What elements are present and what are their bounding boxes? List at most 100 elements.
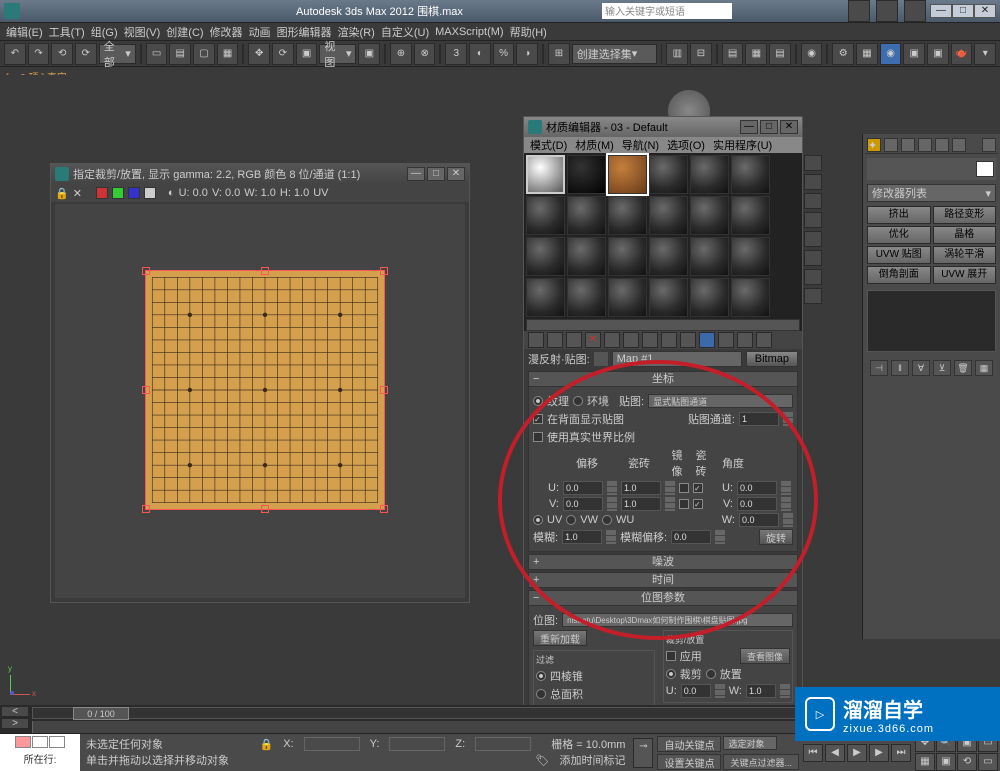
channel-spin[interactable]: 1 [739, 412, 779, 426]
align-icon[interactable]: ⊟ [690, 43, 712, 65]
me-t5[interactable] [604, 332, 620, 348]
slot-2[interactable] [567, 155, 606, 194]
me-menu-util[interactable]: 实用程序(U) [713, 137, 772, 153]
manip-icon[interactable]: ⊕ [390, 43, 412, 65]
mod-extrude[interactable]: 挤出 [867, 206, 931, 224]
slot-4[interactable] [649, 155, 688, 194]
move-icon[interactable]: ✥ [248, 43, 270, 65]
mat-icon[interactable]: ◉ [801, 43, 823, 65]
c-apply[interactable] [666, 651, 676, 661]
keyb-icon[interactable]: ⊗ [414, 43, 436, 65]
me-t8[interactable] [661, 332, 677, 348]
crop-lock-icon[interactable]: 🔒 [55, 187, 69, 200]
v-tile-c[interactable] [693, 499, 703, 509]
slot-14[interactable] [567, 237, 606, 276]
goto-start-icon[interactable]: ⏮ [803, 744, 823, 762]
tl-gt[interactable]: > [1, 718, 29, 729]
modifier-stack[interactable] [867, 290, 996, 352]
mod-pathdeform[interactable]: 路径变形 [933, 206, 997, 224]
me-menu-nav[interactable]: 导航(N) [622, 137, 659, 153]
slot-scroll-h[interactable] [526, 319, 800, 331]
slot-6[interactable] [731, 155, 770, 194]
named-sel-drop[interactable]: 创建选择集 ▾ [572, 44, 657, 64]
goto-end-icon[interactable]: ⏭ [891, 744, 911, 762]
sch-icon[interactable]: ▤ [769, 43, 791, 65]
r-pyr[interactable] [536, 671, 546, 681]
radio-wu[interactable] [602, 515, 612, 525]
side-3x2-icon[interactable] [804, 288, 822, 304]
blur-off-spin[interactable]: 0.0 [671, 530, 711, 544]
me-menu-opt[interactable]: 选项(O) [667, 137, 705, 153]
check-showback[interactable] [533, 414, 543, 424]
menu-help[interactable]: 帮助(H) [510, 24, 547, 40]
motion-tab-icon[interactable] [918, 138, 932, 152]
crop-viewport[interactable] [55, 204, 465, 598]
modifier-list-drop[interactable]: 修改器列表▾ [867, 184, 996, 202]
slot-23[interactable] [690, 278, 729, 317]
mod-bevel[interactable]: 倒角剖面 [867, 266, 931, 284]
stack-del-icon[interactable]: 🗑 [954, 360, 972, 376]
util-tab-icon[interactable] [952, 138, 966, 152]
blur-spin[interactable]: 1.0 [562, 530, 602, 544]
tag-icon[interactable]: 🏷 [536, 754, 550, 767]
key-big[interactable]: ⊸ [633, 738, 653, 768]
me-delete-icon[interactable]: ✕ [585, 332, 601, 348]
slot-22[interactable] [649, 278, 688, 317]
crop-b-icon[interactable] [128, 187, 140, 199]
menu-view[interactable]: 视图(V) [124, 24, 161, 40]
slot-8[interactable] [567, 196, 606, 235]
r-sum[interactable] [536, 689, 546, 699]
slot-11[interactable] [690, 196, 729, 235]
mod-optimize[interactable]: 优化 [867, 226, 931, 244]
help-icon[interactable] [848, 0, 870, 22]
scale-icon[interactable]: ▣ [296, 43, 318, 65]
window-crossing-icon[interactable]: ▦ [217, 43, 239, 65]
info-icon[interactable] [904, 0, 926, 22]
stack-opt-icon[interactable]: ▦ [975, 360, 993, 376]
lock-icon[interactable] [982, 138, 996, 152]
unlink-icon[interactable]: ⟳ [75, 43, 97, 65]
menu-create[interactable]: 创建(C) [166, 24, 203, 40]
menu-anim[interactable]: 动画 [249, 24, 271, 40]
slot-13[interactable] [526, 237, 565, 276]
tool6-icon[interactable]: ▣ [927, 43, 949, 65]
me-pick-icon[interactable] [594, 352, 608, 366]
v-mirror[interactable] [679, 499, 689, 509]
autokey-btn[interactable]: 自动关键点 [657, 736, 721, 752]
mirror-icon[interactable]: ▥ [666, 43, 688, 65]
bp-u[interactable]: 0.0 [681, 684, 711, 698]
select-icon[interactable]: ▭ [146, 43, 168, 65]
crop-a-icon[interactable] [144, 187, 156, 199]
rotate-icon[interactable]: ⟳ [272, 43, 294, 65]
crop-close[interactable]: ✕ [447, 167, 465, 181]
minimize-button[interactable]: — [930, 4, 952, 18]
v-offset[interactable]: 0.0 [563, 497, 603, 511]
me-menu-mode[interactable]: 模式(D) [530, 137, 567, 153]
me-t7[interactable] [642, 332, 658, 348]
slot-15[interactable] [608, 237, 647, 276]
asnap-icon[interactable]: ◐ [469, 43, 491, 65]
selection-filter-drop[interactable]: 全部 ▾ [99, 44, 136, 64]
add-time-tag[interactable]: 添加时间标记 [559, 752, 625, 768]
x-input[interactable] [304, 737, 360, 751]
menu-maxscript[interactable]: MAXScript(M) [435, 26, 503, 38]
bp-w[interactable]: 1.0 [746, 684, 776, 698]
tool5-icon[interactable]: ▣ [903, 43, 925, 65]
link-icon[interactable]: ⟲ [51, 43, 73, 65]
r-crop[interactable] [666, 669, 676, 679]
display-tab-icon[interactable] [935, 138, 949, 152]
menu-graph[interactable]: 图形编辑器 [277, 24, 332, 40]
me-t2[interactable] [547, 332, 563, 348]
mod-turbosmooth[interactable]: 涡轮平滑 [933, 246, 997, 264]
pin-icon[interactable]: ⊣ [870, 360, 888, 376]
me-t11[interactable] [718, 332, 734, 348]
close-button[interactable]: ✕ [974, 4, 996, 18]
v-angle[interactable]: 0.0 [737, 497, 777, 511]
mod-lattice[interactable]: 晶格 [933, 226, 997, 244]
me-show-map-icon[interactable] [699, 332, 715, 348]
slot-16[interactable] [649, 237, 688, 276]
w-angle[interactable]: 0.0 [739, 513, 779, 527]
redo-icon[interactable]: ↷ [28, 43, 50, 65]
layer-icon[interactable]: ▤ [722, 43, 744, 65]
slot-21[interactable] [608, 278, 647, 317]
